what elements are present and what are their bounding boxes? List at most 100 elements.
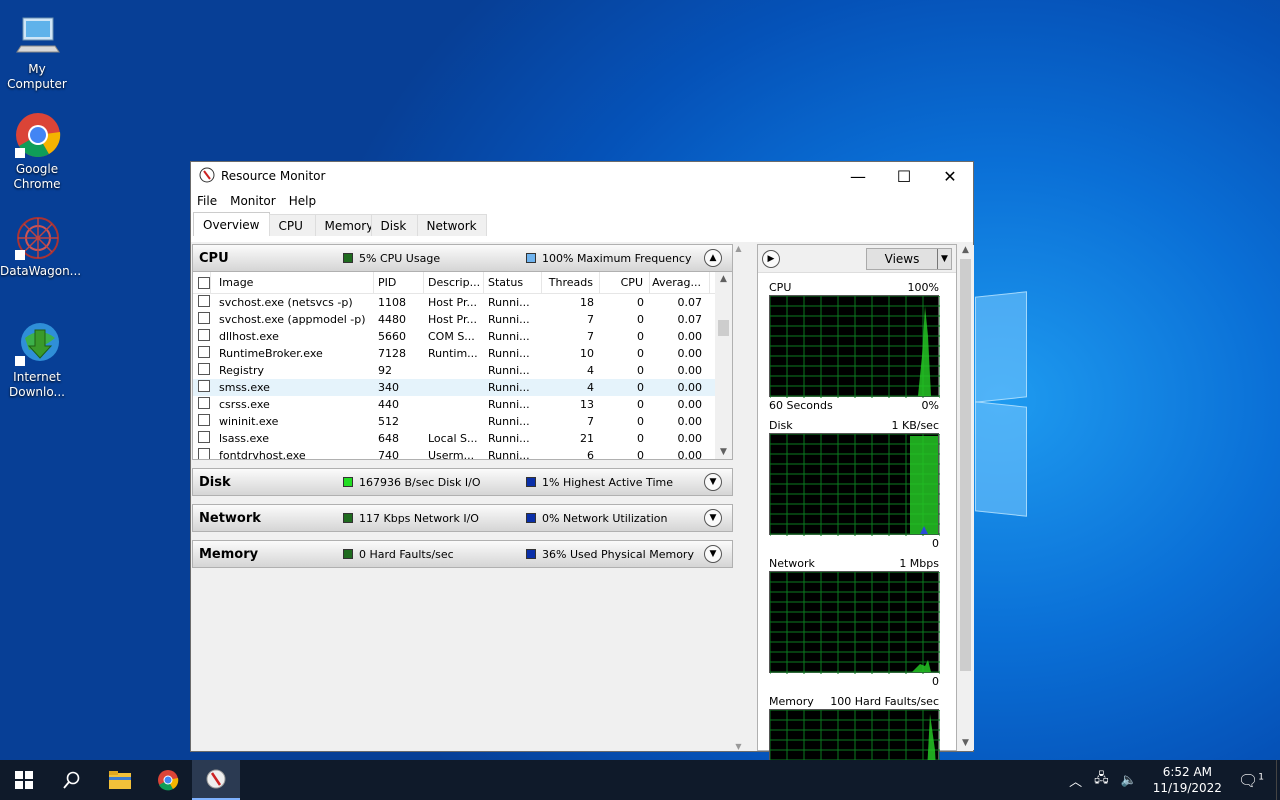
process-status: Runni...	[488, 347, 530, 360]
notification-count-badge: 1	[1258, 772, 1264, 783]
minimize-button[interactable]: —	[835, 162, 881, 190]
column-header-cpu[interactable]: CPU	[600, 272, 650, 294]
process-cpu: 0	[637, 364, 644, 377]
table-row[interactable]: dllhost.exe 5660 COM S... Runni... 7 0 0.00	[193, 328, 732, 345]
volume-icon[interactable]: 🔈	[1121, 773, 1137, 788]
tab-overview[interactable]: Overview	[193, 212, 270, 236]
row-checkbox[interactable]	[198, 329, 210, 341]
title-bar[interactable]: Resource Monitor — ☐ ✕	[191, 162, 973, 190]
section-title: Network	[199, 510, 261, 526]
graph-max-value: 100 Hard Faults/sec	[830, 694, 939, 708]
row-checkbox[interactable]	[198, 448, 210, 459]
graph-title: Disk	[769, 418, 793, 432]
process-status: Runni...	[488, 296, 530, 309]
process-pid: 340	[378, 381, 399, 394]
process-cpu: 0	[637, 330, 644, 343]
process-average-cpu: 0.00	[677, 415, 703, 428]
table-row[interactable]: wininit.exe 512 Runni... 7 0 0.00	[193, 413, 732, 430]
graph-disk: Disk 1 KB/sec 0	[769, 417, 940, 551]
expand-memory-button[interactable]: ▼	[704, 545, 722, 563]
process-status: Runni...	[488, 364, 530, 377]
overview-content: CPU 5% CPU Usage 100% Maximum Frequency …	[191, 242, 974, 800]
chrome-taskbar-button[interactable]	[144, 760, 192, 800]
graph-title: Network	[769, 556, 815, 570]
start-button[interactable]	[0, 760, 48, 800]
computer-icon	[13, 12, 61, 60]
max-frequency-legend-swatch	[526, 253, 536, 263]
table-row[interactable]: lsass.exe 648 Local S... Runni... 21 0 0.00	[193, 430, 732, 447]
left-pane-scroll-arrows[interactable]: ▲ ▼	[734, 244, 743, 751]
process-threads: 7	[587, 330, 594, 343]
cpu-section-header[interactable]: CPU 5% CPU Usage 100% Maximum Frequency …	[192, 244, 733, 272]
process-pid: 512	[378, 415, 399, 428]
menu-file[interactable]: File	[197, 194, 217, 208]
desktop-icon-label: Downlo...	[9, 385, 65, 399]
close-button[interactable]: ✕	[927, 162, 973, 190]
show-desktop-button[interactable]	[1276, 760, 1280, 800]
process-image: csrss.exe	[219, 398, 270, 411]
clock[interactable]: 6:52 AM 11/19/2022	[1153, 764, 1222, 796]
column-header-average[interactable]: Averag...	[650, 272, 710, 294]
row-checkbox[interactable]	[198, 363, 210, 375]
section-title: Memory	[199, 546, 259, 562]
expand-disk-button[interactable]: ▼	[704, 473, 722, 491]
graph-pane-scrollbar[interactable]: ▲ ▼	[957, 245, 974, 750]
search-button[interactable]	[48, 760, 96, 800]
column-header-pid[interactable]: PID	[374, 272, 424, 294]
menu-monitor[interactable]: Monitor	[230, 194, 276, 208]
row-checkbox[interactable]	[198, 346, 210, 358]
process-image: RuntimeBroker.exe	[219, 347, 323, 360]
network-section-header[interactable]: Network 117 Kbps Network I/O 0% Network …	[192, 504, 733, 532]
row-checkbox[interactable]	[198, 312, 210, 324]
column-header-threads[interactable]: Threads	[542, 272, 600, 294]
collapse-cpu-button[interactable]: ▲	[704, 249, 722, 267]
table-row[interactable]: svchost.exe (appmodel -p) 4480 Host Pr... R…	[193, 311, 732, 328]
desktop-icon-internet-download[interactable]: Internet Downlo...	[0, 320, 74, 400]
expand-network-button[interactable]: ▼	[704, 509, 722, 527]
tab-memory[interactable]: Memory	[314, 214, 373, 236]
process-pid: 648	[378, 432, 399, 445]
graph-min-value: 0	[932, 674, 939, 688]
network-icon[interactable]: 🖧	[1094, 769, 1109, 791]
file-explorer-taskbar-button[interactable]	[96, 760, 144, 800]
column-header-image[interactable]: Image	[211, 272, 374, 294]
desktop-icon-datawagon[interactable]: DataWagon...	[0, 214, 82, 279]
hard-faults-legend-swatch	[343, 549, 353, 559]
menu-help[interactable]: Help	[289, 194, 316, 208]
views-dropdown[interactable]: Views ▼	[866, 247, 952, 270]
column-header-description[interactable]: Descrip...	[424, 272, 484, 294]
graph-pane: ▶ Views ▼ CPU 100% 60 Seconds 0% Disk 1 KB/se…	[757, 244, 974, 800]
tab-cpu[interactable]: CPU	[268, 214, 316, 236]
table-row[interactable]: fontdrvhost.exe 740 Userm... Runni... 6 0 0.00	[193, 447, 732, 460]
disk-section-header[interactable]: Disk 167936 B/sec Disk I/O 1% Highest Ac…	[192, 468, 733, 496]
table-row[interactable]: csrss.exe 440 Runni... 13 0 0.00	[193, 396, 732, 413]
tab-network[interactable]: Network	[416, 214, 487, 236]
cpu-table-scrollbar[interactable]: ▲ ▼	[715, 272, 732, 459]
max-frequency-metric: 100% Maximum Frequency	[542, 251, 692, 265]
desktop-icon-my-computer[interactable]: My Computer	[0, 12, 74, 92]
column-header-status[interactable]: Status	[484, 272, 542, 294]
row-checkbox[interactable]	[198, 397, 210, 409]
row-checkbox[interactable]	[198, 295, 210, 307]
row-checkbox[interactable]	[198, 380, 210, 392]
table-row[interactable]: svchost.exe (netsvcs -p) 1108 Host Pr... Ru…	[193, 294, 732, 311]
action-center-notification-icon[interactable]: 🗨1	[1238, 771, 1264, 790]
graph-network: Network 1 Mbps 0	[769, 555, 940, 689]
process-average-cpu: 0.00	[677, 364, 703, 377]
resource-monitor-taskbar-button[interactable]	[192, 760, 240, 800]
process-cpu: 0	[637, 449, 644, 460]
table-row[interactable]: RuntimeBroker.exe 7128 Runtim... Runni... 10…	[193, 345, 732, 362]
table-row[interactable]: Registry 92 Runni... 4 0 0.00	[193, 362, 732, 379]
select-all-checkbox[interactable]	[198, 276, 210, 289]
process-status: Runni...	[488, 432, 530, 445]
maximize-button[interactable]: ☐	[881, 162, 927, 190]
row-checkbox[interactable]	[198, 431, 210, 443]
desktop-icon-label: DataWagon...	[0, 264, 82, 278]
row-checkbox[interactable]	[198, 414, 210, 426]
table-row[interactable]: smss.exe 340 Runni... 4 0 0.00	[193, 379, 732, 396]
show-hidden-icons-chevron-up-icon[interactable]: ︿	[1069, 771, 1082, 790]
collapse-graph-pane-button[interactable]: ▶	[762, 249, 780, 268]
desktop-icon-google-chrome[interactable]: Google Chrome	[0, 112, 74, 192]
memory-section-header[interactable]: Memory 0 Hard Faults/sec 36% Used Physic…	[192, 540, 733, 568]
tab-disk[interactable]: Disk	[370, 214, 418, 236]
